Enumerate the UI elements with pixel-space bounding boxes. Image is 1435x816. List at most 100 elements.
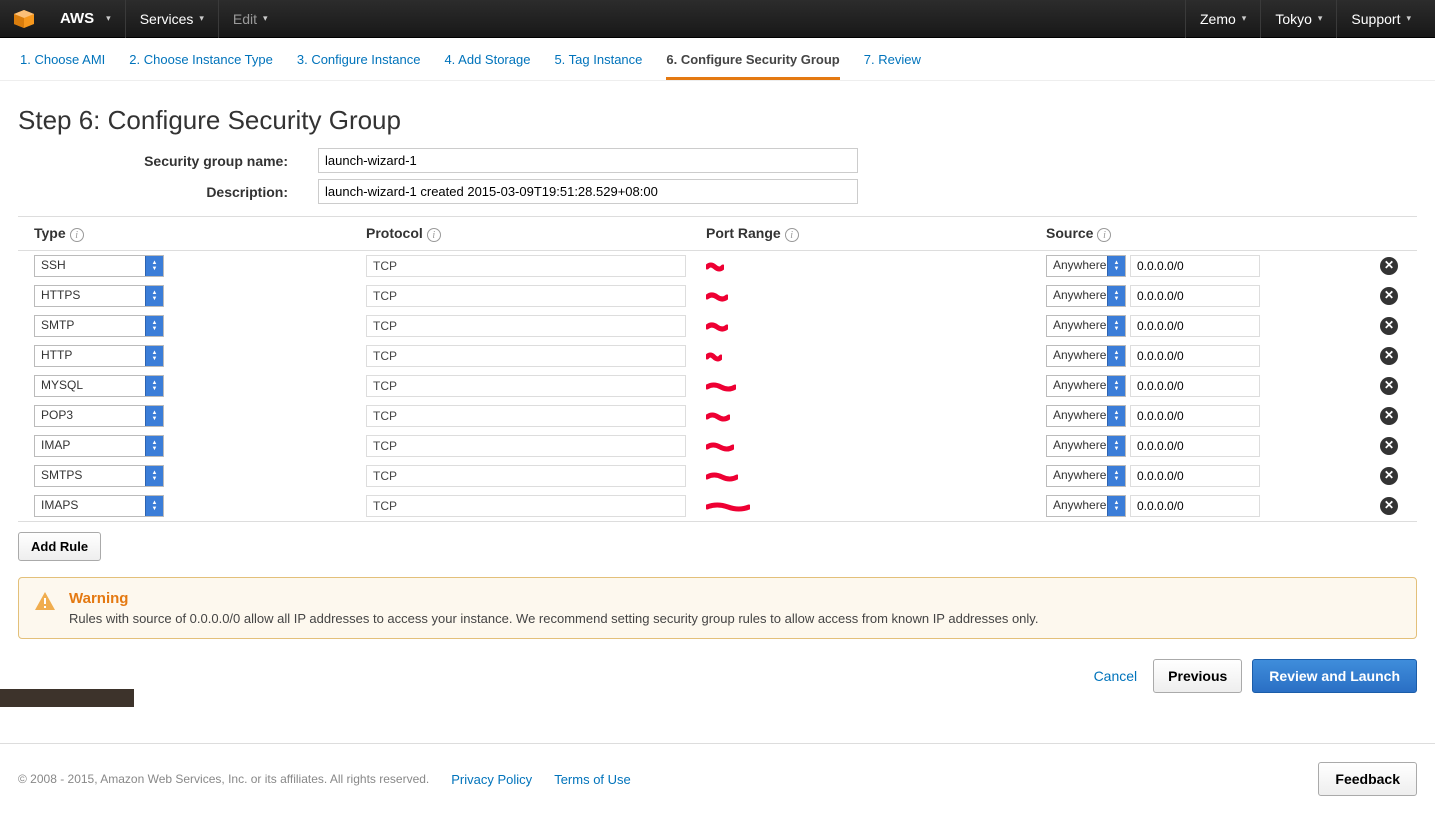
remove-rule-button[interactable]: ✕ <box>1380 257 1398 275</box>
source-select[interactable]: Anywhere▲▼ <box>1046 315 1126 337</box>
services-menu[interactable]: Services ▾ <box>125 0 218 38</box>
wizard-step-7[interactable]: 7. Review <box>864 52 921 80</box>
source-ip-input[interactable] <box>1130 375 1260 397</box>
select-arrows-icon: ▲▼ <box>1107 406 1125 426</box>
aws-menu[interactable]: AWS ▾ <box>46 0 125 38</box>
info-icon[interactable]: i <box>427 228 441 242</box>
port-redacted <box>706 352 722 362</box>
type-select[interactable]: POP3▲▼ <box>34 405 164 427</box>
wizard-step-2[interactable]: 2. Choose Instance Type <box>129 52 273 80</box>
wizard-step-6[interactable]: 6. Configure Security Group <box>666 52 839 80</box>
select-arrows-icon: ▲▼ <box>145 346 163 366</box>
type-select[interactable]: MYSQL▲▼ <box>34 375 164 397</box>
protocol-input[interactable] <box>366 315 686 337</box>
protocol-input[interactable] <box>366 435 686 457</box>
remove-rule-button[interactable]: ✕ <box>1380 437 1398 455</box>
edit-label: Edit <box>233 11 257 27</box>
protocol-input[interactable] <box>366 375 686 397</box>
remove-rule-button[interactable]: ✕ <box>1380 497 1398 515</box>
remove-rule-button[interactable]: ✕ <box>1380 467 1398 485</box>
source-select[interactable]: Anywhere▲▼ <box>1046 255 1126 277</box>
support-menu[interactable]: Support ▾ <box>1336 0 1425 38</box>
page-title: Step 6: Configure Security Group <box>18 105 1417 136</box>
select-arrows-icon: ▲▼ <box>145 496 163 516</box>
source-ip-input[interactable] <box>1130 255 1260 277</box>
type-select[interactable]: SSH▲▼ <box>34 255 164 277</box>
corner-overlay <box>0 689 134 707</box>
remove-rule-button[interactable]: ✕ <box>1380 317 1398 335</box>
type-select[interactable]: IMAP▲▼ <box>34 435 164 457</box>
info-icon[interactable]: i <box>785 228 799 242</box>
source-select[interactable]: Anywhere▲▼ <box>1046 435 1126 457</box>
info-icon[interactable]: i <box>1097 228 1111 242</box>
source-select[interactable]: Anywhere▲▼ <box>1046 285 1126 307</box>
wizard-step-5[interactable]: 5. Tag Instance <box>554 52 642 80</box>
wizard-step-1[interactable]: 1. Choose AMI <box>20 52 105 80</box>
rules-header: Typei Protocoli Port Rangei Sourcei <box>18 217 1417 251</box>
remove-rule-button[interactable]: ✕ <box>1380 377 1398 395</box>
port-redacted <box>706 412 730 422</box>
type-select[interactable]: SMTP▲▼ <box>34 315 164 337</box>
sg-name-input[interactable] <box>318 148 858 173</box>
col-source-label: Source <box>1046 225 1093 241</box>
sg-desc-input[interactable] <box>318 179 858 204</box>
remove-rule-button[interactable]: ✕ <box>1380 407 1398 425</box>
type-select[interactable]: SMTPS▲▼ <box>34 465 164 487</box>
info-icon[interactable]: i <box>70 228 84 242</box>
protocol-input[interactable] <box>366 495 686 517</box>
protocol-input[interactable] <box>366 345 686 367</box>
protocol-input[interactable] <box>366 465 686 487</box>
wizard-step-4[interactable]: 4. Add Storage <box>444 52 530 80</box>
source-ip-input[interactable] <box>1130 285 1260 307</box>
protocol-input[interactable] <box>366 285 686 307</box>
select-arrows-icon: ▲▼ <box>1107 256 1125 276</box>
protocol-input[interactable] <box>366 255 686 277</box>
source-select[interactable]: Anywhere▲▼ <box>1046 375 1126 397</box>
edit-menu[interactable]: Edit ▾ <box>218 0 282 38</box>
source-ip-input[interactable] <box>1130 465 1260 487</box>
select-arrows-icon: ▲▼ <box>1107 376 1125 396</box>
aws-label: AWS <box>60 10 94 27</box>
source-ip-input[interactable] <box>1130 345 1260 367</box>
add-rule-button[interactable]: Add Rule <box>18 532 101 561</box>
source-select[interactable]: Anywhere▲▼ <box>1046 405 1126 427</box>
source-select[interactable]: Anywhere▲▼ <box>1046 345 1126 367</box>
services-label: Services <box>140 11 194 27</box>
port-redacted <box>706 292 728 302</box>
remove-rule-button[interactable]: ✕ <box>1380 347 1398 365</box>
rule-row: SMTPS▲▼ Anywhere▲▼ ✕ <box>18 461 1417 491</box>
previous-button[interactable]: Previous <box>1153 659 1242 693</box>
port-redacted <box>706 262 724 272</box>
protocol-input[interactable] <box>366 405 686 427</box>
region-menu[interactable]: Tokyo ▾ <box>1260 0 1336 38</box>
rule-row: IMAP▲▼ Anywhere▲▼ ✕ <box>18 431 1417 461</box>
type-select[interactable]: HTTPS▲▼ <box>34 285 164 307</box>
type-select[interactable]: HTTP▲▼ <box>34 345 164 367</box>
rules-table: Typei Protocoli Port Rangei Sourcei SSH▲… <box>18 216 1417 522</box>
privacy-link[interactable]: Privacy Policy <box>451 772 532 787</box>
review-launch-button[interactable]: Review and Launch <box>1252 659 1417 693</box>
chevron-down-icon: ▾ <box>199 13 204 24</box>
chevron-down-icon: ▾ <box>106 13 111 24</box>
type-select[interactable]: IMAPS▲▼ <box>34 495 164 517</box>
remove-rule-button[interactable]: ✕ <box>1380 287 1398 305</box>
cancel-button[interactable]: Cancel <box>1088 668 1144 684</box>
rule-row: HTTP▲▼ Anywhere▲▼ ✕ <box>18 341 1417 371</box>
action-bar: Cancel Previous Review and Launch <box>18 659 1417 693</box>
aws-logo-icon <box>10 8 38 30</box>
chevron-down-icon: ▾ <box>1318 13 1323 24</box>
source-ip-input[interactable] <box>1130 315 1260 337</box>
terms-link[interactable]: Terms of Use <box>554 772 631 787</box>
select-arrows-icon: ▲▼ <box>1107 316 1125 336</box>
source-select[interactable]: Anywhere▲▼ <box>1046 465 1126 487</box>
wizard-step-3[interactable]: 3. Configure Instance <box>297 52 421 80</box>
source-ip-input[interactable] <box>1130 435 1260 457</box>
rule-row: IMAPS▲▼ Anywhere▲▼ ✕ <box>18 491 1417 521</box>
source-select[interactable]: Anywhere▲▼ <box>1046 495 1126 517</box>
select-arrows-icon: ▲▼ <box>145 436 163 456</box>
account-menu[interactable]: Zemo ▾ <box>1185 0 1260 38</box>
source-ip-input[interactable] <box>1130 405 1260 427</box>
feedback-button[interactable]: Feedback <box>1318 762 1417 796</box>
port-redacted <box>706 472 738 482</box>
source-ip-input[interactable] <box>1130 495 1260 517</box>
